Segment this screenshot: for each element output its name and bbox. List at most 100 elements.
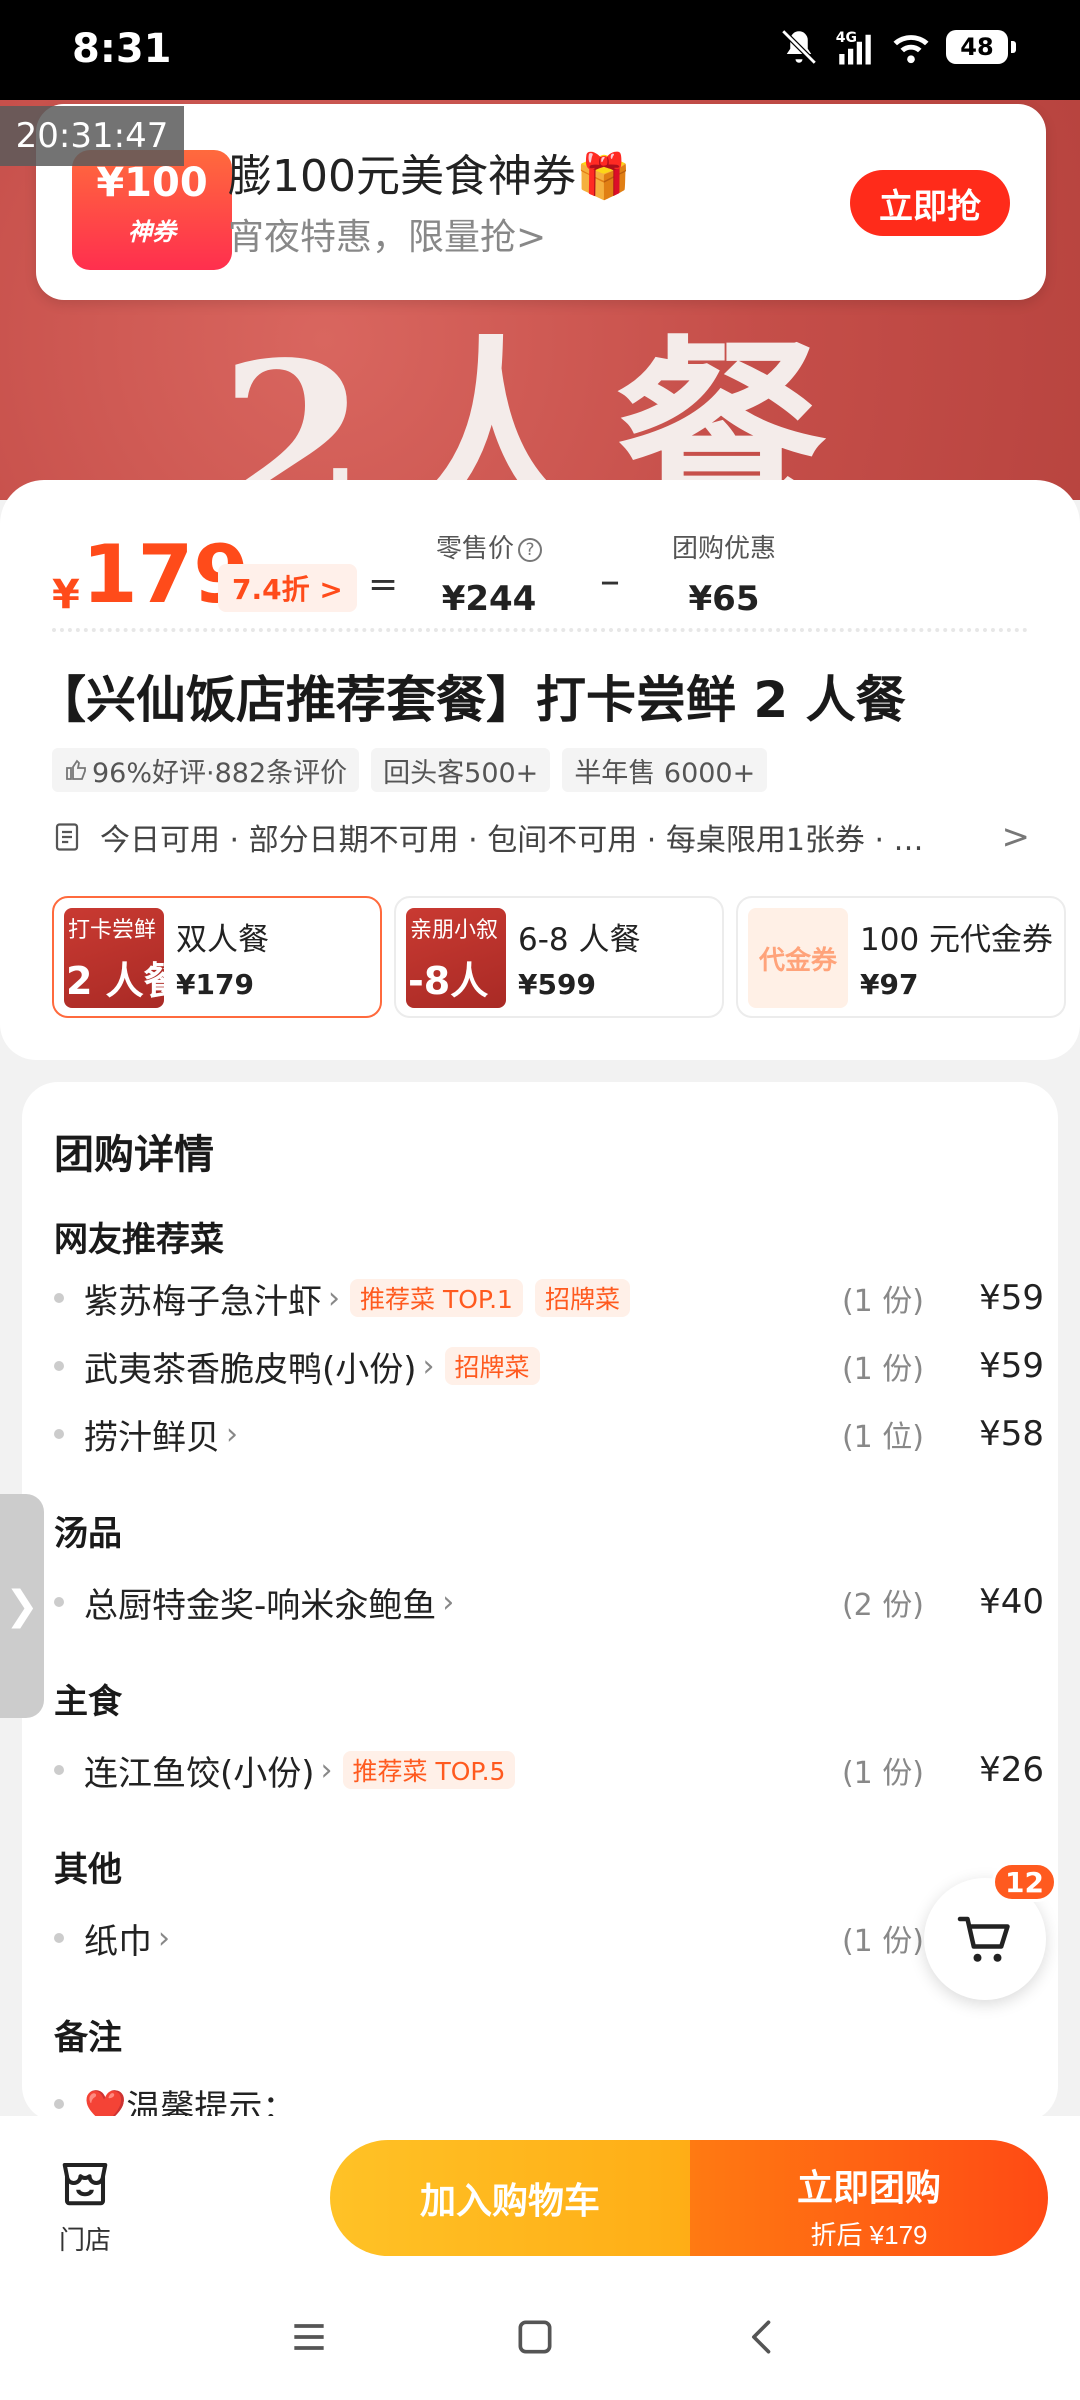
rating-tag[interactable]: 96%好评·882条评价 [52,748,360,792]
add-to-cart-button[interactable]: 加入购物车 [330,2140,690,2256]
chevron-right-icon: › [226,1416,238,1452]
dish-qty: (1 份) [841,1924,924,1959]
product-info-card: ¥ 179 7.4折 > = 零售价? ¥244 – 团购优惠 ¥65 【兴仙饭… [0,480,1080,1060]
section-title: 主食 [54,1682,122,1722]
battery-icon: 48 [946,30,1016,64]
timestamp-overlay: 20:31:47 [0,106,184,166]
section-title: 备注 [54,2018,122,2058]
retail-price-value: ¥244 [441,579,537,619]
package-thumbnail: 亲朋小叙 -8人 [406,908,506,1008]
rating-tag-label: 96%好评·882条评价 [92,757,348,789]
dish-item[interactable]: 纸巾 › (1 份) [54,1910,1044,1966]
cart-count-badge: 12 [992,1862,1057,1902]
buy-now-button[interactable]: 立即团购 折后 ¥179 [690,2140,1048,2256]
signal-icon: 4G [836,30,871,65]
dish-badge: 招牌菜 [444,1347,540,1385]
hero-text: 2人餐 [220,316,847,500]
dish-item[interactable]: 连江鱼饺(小份) › 推荐菜 TOP.5 (1 份) ¥26 [54,1742,1044,1798]
product-title: 【兴仙饭店推荐套餐】打卡尝鲜 2 人餐 [36,671,906,729]
dish-item[interactable]: 武夷茶香脆皮鸭(小份) › 招牌菜 (1 份) ¥59 [54,1338,1044,1394]
bullet [54,1293,64,1303]
thumbnail-line1: 打卡尝鲜 [68,918,157,943]
dish-name: 捞汁鲜贝 [84,1417,220,1458]
coupon-banner[interactable]: ¥100 神券 膨100元美食神券🎁 宵夜特惠，限量抢> 立即抢 [36,104,1046,300]
bullet [54,1765,64,1775]
thumbnail-line2: 2 人餐 [66,959,164,1003]
package-option-2-person[interactable]: 打卡尝鲜 2 人餐 双人餐 ¥179 [52,896,382,1018]
shopping-cart-icon [957,1916,1010,1962]
home-square-icon [518,2320,552,2354]
store-icon [62,2162,108,2206]
help-icon[interactable]: ? [518,537,543,562]
usage-rules-text: 今日可用 · 部分日期不可用 · 包间不可用 · 每桌限用1张券 · … [100,823,924,858]
package-name: 100 元代金券 [860,922,1054,958]
package-price: ¥599 [518,968,596,1001]
side-drawer-handle[interactable]: ❯ [0,1494,44,1718]
equals-sign: = [368,564,399,605]
status-icons: 4G 48 [778,26,1016,68]
document-icon [55,823,79,851]
retail-price-label: 零售价? [436,528,543,565]
dish-qty: (1 位) [841,1420,924,1455]
wifi-icon [893,35,929,64]
package-option-6-8-person[interactable]: 亲朋小叙 -8人 6-8 人餐 ¥599 [394,896,724,1018]
thumbnail-line2: -8人 [408,959,489,1003]
package-price: ¥97 [860,968,919,1001]
buy-now-sublabel: 折后 ¥179 [810,2219,928,2250]
group-discount-value: ¥65 [688,579,760,619]
package-option-voucher[interactable]: 代金券 100 元代金券 ¥97 [736,896,1066,1018]
group-buy-details: 团购详情 网友推荐菜 紫苏梅子急汁虾 › 推荐菜 TOP.1 招牌菜 (1 份)… [22,1082,1058,2128]
dish-item[interactable]: 总厨特金奖-响米汆鲍鱼 › (2 份) ¥40 [54,1574,1044,1630]
dish-price: ¥40 [979,1582,1044,1622]
retail-price-block: 零售价? ¥244 [436,528,543,619]
sales-tag: 半年售 6000+ [562,748,768,792]
section-title: 网友推荐菜 [54,1220,224,1260]
details-title: 团购详情 [54,1132,214,1178]
dish-price: ¥58 [979,1414,1044,1454]
dish-name: 紫苏梅子急汁虾 [84,1281,322,1322]
bottom-action-bar: 门店 加入购物车 立即团购 折后 ¥179 [0,2116,1080,2276]
store-button[interactable]: 门店 [40,2156,130,2256]
dish-name: 连江鱼饺(小份) [84,1753,315,1794]
dish-badge: 招牌菜 [534,1279,630,1317]
mute-bell-icon [781,29,817,65]
dotted-divider [52,628,1028,632]
dish-badge: 推荐菜 TOP.1 [350,1279,523,1317]
package-name: 6-8 人餐 [518,922,641,958]
coupon-image-label: 神券 [128,218,176,246]
dish-price: ¥59 [979,1346,1044,1386]
bullet [54,1597,64,1607]
dish-item[interactable]: 捞汁鲜贝 › (1 位) ¥58 [54,1406,1044,1462]
dish-price: ¥59 [979,1278,1044,1318]
dish-qty: (1 份) [841,1284,924,1319]
home-nav-button[interactable] [500,2302,570,2372]
minus-sign: – [600,558,620,604]
dish-name: 纸巾 [84,1921,152,1962]
menu-nav-button[interactable] [274,2302,344,2372]
grab-coupon-button[interactable]: 立即抢 [850,170,1010,236]
back-icon [752,2320,771,2354]
status-time: 8:31 [72,26,172,72]
price-row: ¥ 179 7.4折 > = 零售价? ¥244 – 团购优惠 ¥65 [52,528,1032,621]
coupon-subtitle[interactable]: 宵夜特惠，限量抢> [228,208,546,260]
price-currency: ¥ [52,572,80,618]
dish-price: ¥26 [979,1750,1044,1790]
discount-tag[interactable]: 7.4折 > [218,564,357,612]
usage-rules-row[interactable]: 今日可用 · 部分日期不可用 · 包间不可用 · 每桌限用1张券 · … > [52,816,1030,858]
buy-now-label: 立即团购 [796,2166,941,2208]
dish-name: 武夷茶香脆皮鸭(小份) [84,1349,417,1390]
dish-qty: (1 份) [841,1756,924,1791]
section-title: 其他 [54,1850,122,1890]
thumbnail-line1: 亲朋小叙 [410,918,499,943]
menu-icon [294,2324,324,2350]
chevron-right-icon: › [422,1348,435,1384]
back-nav-button[interactable] [728,2302,798,2372]
bullet [54,1429,64,1439]
package-thumbnail: 代金券 [748,908,848,1008]
group-discount-label: 团购优惠 [672,534,777,564]
bullet [54,1361,64,1371]
package-name: 双人餐 [176,922,269,958]
bullet [54,1933,64,1943]
svg-text:4G: 4G [836,30,857,46]
dish-item[interactable]: 紫苏梅子急汁虾 › 推荐菜 TOP.1 招牌菜 (1 份) ¥59 [54,1270,1044,1326]
